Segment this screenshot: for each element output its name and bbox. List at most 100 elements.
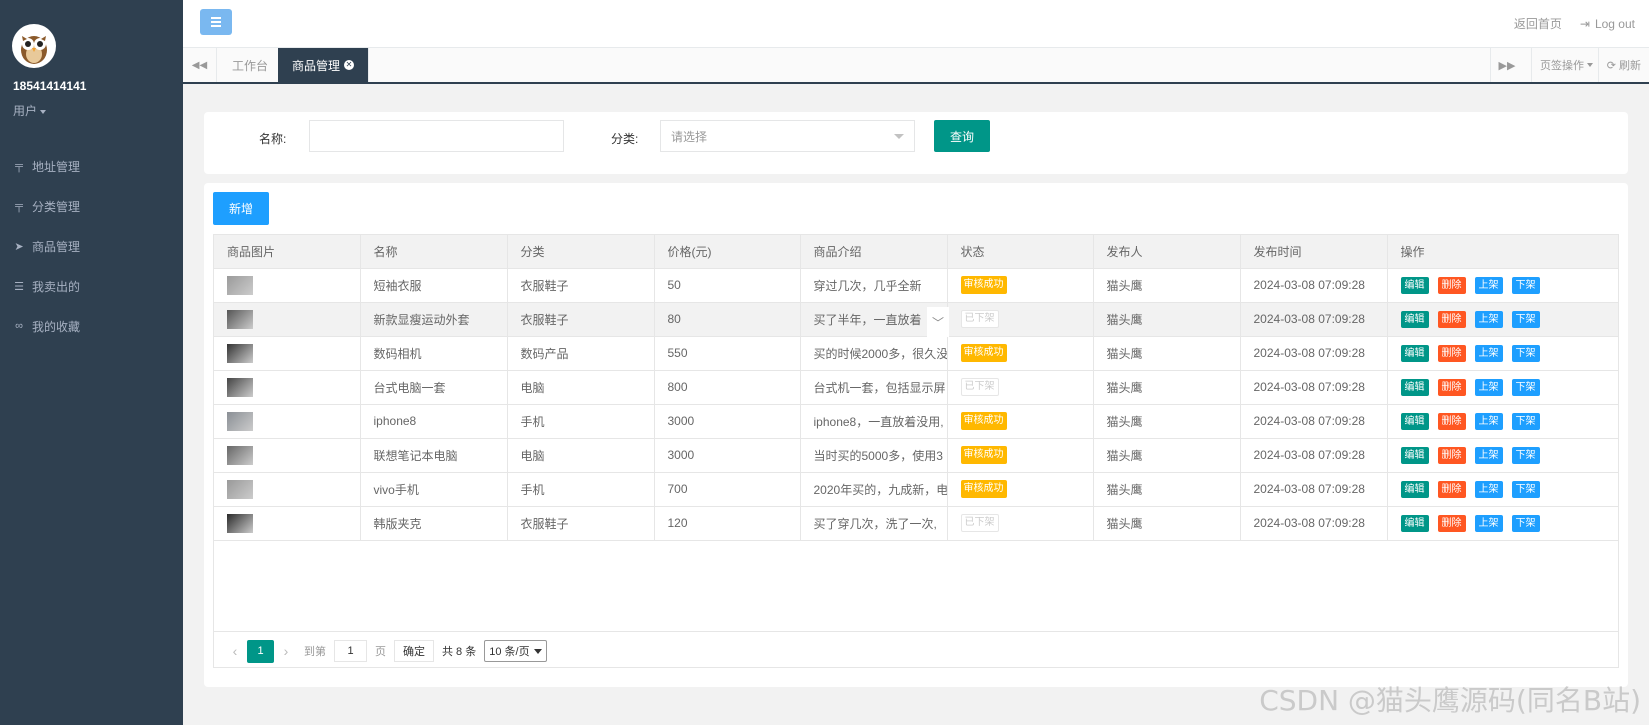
col-header-image[interactable]: 商品图片 bbox=[214, 235, 361, 269]
delist-button[interactable]: 下架 bbox=[1511, 276, 1540, 294]
product-thumbnail[interactable] bbox=[227, 377, 253, 397]
delete-button[interactable]: 删除 bbox=[1437, 480, 1466, 498]
sidebar-item-label: 我的收藏 bbox=[32, 319, 81, 334]
delete-button[interactable]: 删除 bbox=[1437, 378, 1466, 396]
product-time: 2024-03-08 07:09:28 bbox=[1240, 268, 1388, 303]
product-thumbnail[interactable] bbox=[227, 513, 253, 533]
delist-button[interactable]: 下架 bbox=[1511, 480, 1540, 498]
col-header-intro[interactable]: 商品介绍 bbox=[800, 235, 948, 269]
edit-button[interactable]: 编辑 bbox=[1400, 344, 1429, 362]
tab-goods-management[interactable]: 商品管理 ✕ bbox=[278, 48, 370, 82]
goto-confirm-button[interactable]: 确定 bbox=[394, 640, 434, 662]
status-badge: 审核成功 bbox=[960, 344, 1007, 362]
product-thumbnail[interactable] bbox=[227, 445, 253, 465]
col-header-price[interactable]: 价格(元) bbox=[654, 235, 801, 269]
list-on-shelf-button[interactable]: 上架 bbox=[1474, 446, 1503, 464]
product-thumbnail[interactable] bbox=[227, 309, 253, 329]
table-row[interactable]: 台式电脑一套 电脑 800 台式机一套，包括显示屏 已下架 猫头鹰 2024-03-08 0… bbox=[214, 370, 1618, 405]
user-avatar[interactable] bbox=[12, 24, 56, 68]
delist-button[interactable]: 下架 bbox=[1511, 446, 1540, 464]
sidebar-item-sold[interactable]: ☰ 我卖出的 bbox=[0, 266, 183, 306]
delete-button[interactable]: 删除 bbox=[1437, 514, 1466, 532]
list-on-shelf-button[interactable]: 上架 bbox=[1474, 480, 1503, 498]
tab-dashboard[interactable]: 工作台 bbox=[218, 48, 284, 82]
col-header-category[interactable]: 分类 bbox=[507, 235, 655, 269]
product-thumbnail[interactable] bbox=[227, 479, 253, 499]
edit-button[interactable]: 编辑 bbox=[1400, 480, 1429, 498]
product-publisher: 猫头鹰 bbox=[1093, 302, 1241, 337]
delist-button[interactable]: 下架 bbox=[1511, 378, 1540, 396]
table-row[interactable]: vivo手机 手机 700 2020年买的，九成新，电 审核成功 猫头鹰 2024-03-0… bbox=[214, 472, 1618, 507]
list-on-shelf-button[interactable]: 上架 bbox=[1474, 378, 1503, 396]
refresh-button[interactable]: ⟳ 刷新 bbox=[1597, 48, 1649, 82]
current-page-button[interactable]: 1 bbox=[247, 639, 274, 663]
product-publisher: 猫头鹰 bbox=[1093, 404, 1241, 439]
goto-page-input[interactable]: 1 bbox=[334, 640, 367, 662]
table-body: 短袖衣服 衣服鞋子 50 穿过几次，几乎全新 审核成功 猫头鹰 2024-03-08 07:… bbox=[214, 268, 1618, 541]
list-on-shelf-button[interactable]: 上架 bbox=[1474, 412, 1503, 430]
product-status-cell: 审核成功 bbox=[947, 268, 1094, 303]
add-button[interactable]: 新增 bbox=[213, 192, 269, 225]
edit-button[interactable]: 编辑 bbox=[1400, 378, 1429, 396]
logout-link[interactable]: ⇥ Log out bbox=[1580, 17, 1635, 31]
table-row[interactable]: 韩版夹克 衣服鞋子 120 买了穿几次，洗了一次, 已下架 猫头鹰 2024-03-08 0… bbox=[214, 506, 1618, 541]
edit-button[interactable]: 编辑 bbox=[1400, 310, 1429, 328]
sidebar-item-category[interactable]: ╤ 分类管理 bbox=[0, 186, 183, 226]
table-row[interactable]: 联想笔记本电脑 电脑 3000 当时买的5000多，使用3 审核成功 猫头鹰 2024-03… bbox=[214, 438, 1618, 473]
delete-button[interactable]: 删除 bbox=[1437, 344, 1466, 362]
category-select[interactable]: 请选择 bbox=[660, 120, 915, 152]
product-thumbnail[interactable] bbox=[227, 275, 253, 295]
next-page-icon[interactable]: › bbox=[274, 643, 298, 659]
sidebar-item-favorites[interactable]: ∞ 我的收藏 bbox=[0, 306, 183, 346]
sidebar-item-goods[interactable]: ➤ 商品管理 bbox=[0, 226, 183, 266]
col-header-name[interactable]: 名称 bbox=[360, 235, 508, 269]
tabs-scroll-left-button[interactable]: ◀◀ bbox=[183, 48, 217, 82]
tab-operations-dropdown[interactable]: 页签操作 bbox=[1531, 48, 1601, 82]
prev-page-icon[interactable]: ‹ bbox=[223, 643, 247, 659]
menu-toggle-button[interactable] bbox=[200, 9, 232, 35]
product-thumbnail[interactable] bbox=[227, 411, 253, 431]
home-link[interactable]: 返回首页 bbox=[1514, 15, 1562, 32]
close-icon[interactable]: ✕ bbox=[344, 60, 355, 70]
col-header-publisher[interactable]: 发布人 bbox=[1093, 235, 1241, 269]
list-on-shelf-button[interactable]: 上架 bbox=[1474, 276, 1503, 294]
delete-button[interactable]: 删除 bbox=[1437, 276, 1466, 294]
list-on-shelf-button[interactable]: 上架 bbox=[1474, 310, 1503, 328]
edit-button[interactable]: 编辑 bbox=[1400, 514, 1429, 532]
expand-cell-icon[interactable]: ﹀ bbox=[927, 307, 949, 337]
col-header-time[interactable]: 发布时间 bbox=[1240, 235, 1388, 269]
status-badge: 已下架 bbox=[960, 378, 999, 396]
delist-button[interactable]: 下架 bbox=[1511, 310, 1540, 328]
edit-button[interactable]: 编辑 bbox=[1400, 412, 1429, 430]
tabs-scroll-right-button[interactable]: ▶▶ bbox=[1490, 48, 1523, 82]
name-input[interactable] bbox=[309, 120, 564, 152]
product-image-cell bbox=[214, 268, 361, 303]
road-icon: ╤ bbox=[15, 200, 23, 212]
row-actions: 编辑 删除 上架 下架 bbox=[1387, 404, 1618, 439]
query-button[interactable]: 查询 bbox=[934, 120, 990, 152]
product-thumbnail[interactable] bbox=[227, 343, 253, 363]
user-role-dropdown[interactable]: 用户 bbox=[13, 102, 47, 119]
product-price: 550 bbox=[654, 336, 801, 371]
delist-button[interactable]: 下架 bbox=[1511, 514, 1540, 532]
table-row[interactable]: 短袖衣服 衣服鞋子 50 穿过几次，几乎全新 审核成功 猫头鹰 2024-03-08 07:… bbox=[214, 268, 1618, 303]
col-header-actions: 操作 bbox=[1387, 235, 1618, 269]
delist-button[interactable]: 下架 bbox=[1511, 412, 1540, 430]
delist-button[interactable]: 下架 bbox=[1511, 344, 1540, 362]
table-row[interactable]: 新款显瘦运动外套 衣服鞋子 80 买了半年，一直放着 已下架 猫头鹰 2024-03-08 … bbox=[214, 302, 1618, 337]
product-image-cell bbox=[214, 302, 361, 337]
col-header-status[interactable]: 状态 bbox=[947, 235, 1094, 269]
sidebar-item-address[interactable]: ╤ 地址管理 bbox=[0, 146, 183, 186]
table-row[interactable]: iphone8 手机 3000 iphone8，一直放着没用, 审核成功 猫头鹰 2024-… bbox=[214, 404, 1618, 439]
list-on-shelf-button[interactable]: 上架 bbox=[1474, 514, 1503, 532]
page-size-select[interactable]: 10 条/页 bbox=[484, 640, 547, 662]
edit-button[interactable]: 编辑 bbox=[1400, 446, 1429, 464]
product-publisher: 猫头鹰 bbox=[1093, 336, 1241, 371]
list-on-shelf-button[interactable]: 上架 bbox=[1474, 344, 1503, 362]
table-row[interactable]: 数码相机 数码产品 550 买的时候2000多，很久没 审核成功 猫头鹰 2024-03-0… bbox=[214, 336, 1618, 371]
delete-button[interactable]: 删除 bbox=[1437, 412, 1466, 430]
delete-button[interactable]: 删除 bbox=[1437, 446, 1466, 464]
table-header-row: 商品图片 名称 分类 价格(元) 商品介绍 状态 发布人 发布时间 操作 bbox=[214, 235, 1618, 269]
delete-button[interactable]: 删除 bbox=[1437, 310, 1466, 328]
edit-button[interactable]: 编辑 bbox=[1400, 276, 1429, 294]
